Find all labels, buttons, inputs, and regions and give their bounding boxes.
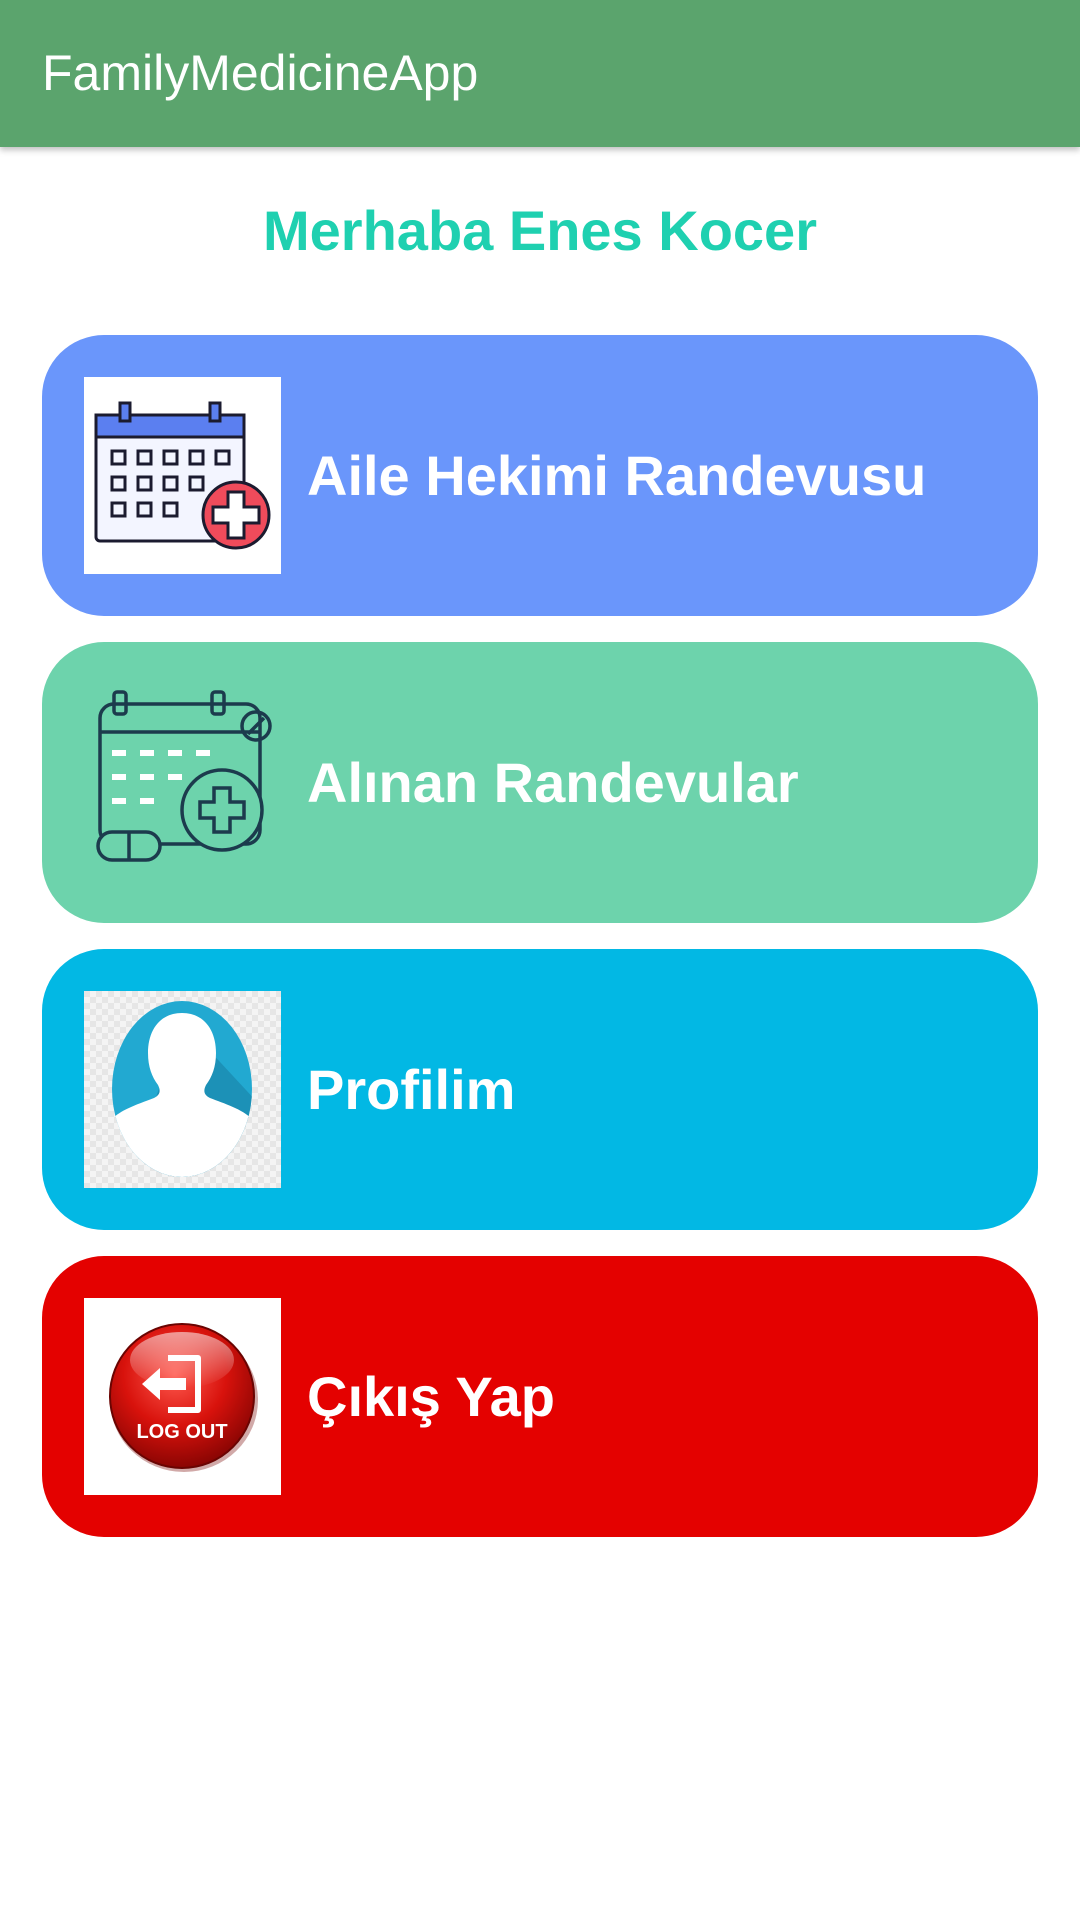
logout-button[interactable]: LOG OUT Çıkış Yap <box>42 1256 1038 1537</box>
app-title: FamilyMedicineApp <box>42 45 479 101</box>
profile-button[interactable]: Profilim <box>42 949 1038 1230</box>
calendar-add-icon <box>84 377 281 574</box>
app-bar: FamilyMedicineApp <box>0 0 1080 147</box>
calendar-appointments-icon <box>84 684 281 881</box>
my-appointments-button[interactable]: Alınan Randevular <box>42 642 1038 923</box>
user-profile-icon <box>84 991 281 1188</box>
profile-label: Profilim <box>307 1058 516 1121</box>
book-appointment-button[interactable]: Aile Hekimi Randevusu <box>42 335 1038 616</box>
logout-icon-text: LOG OUT <box>136 1421 227 1443</box>
book-appointment-label: Aile Hekimi Randevusu <box>307 444 927 507</box>
logout-label: Çıkış Yap <box>307 1365 556 1428</box>
my-appointments-label: Alınan Randevular <box>307 751 799 814</box>
greeting-text: Merhaba Enes Kocer <box>263 199 817 262</box>
logout-icon: LOG OUT <box>84 1298 281 1495</box>
